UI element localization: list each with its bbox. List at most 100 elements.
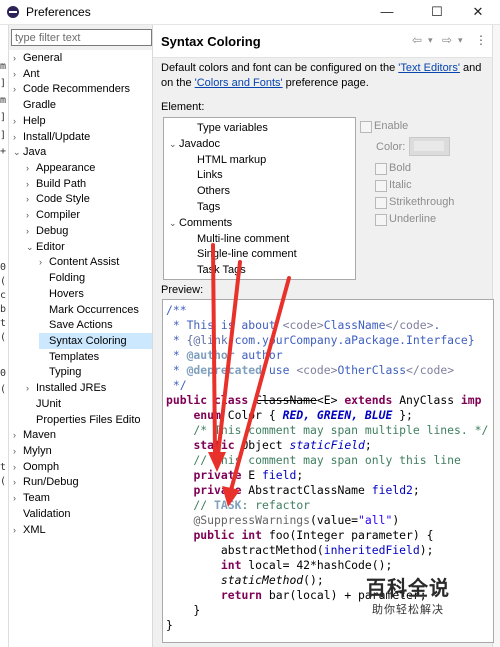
text-editors-link[interactable]: 'Text Editors' [398,62,460,74]
tree-item-label: Compiler [36,209,81,222]
bold-checkbox[interactable] [375,163,387,175]
chevron-right-icon[interactable]: › [13,81,23,97]
close-button[interactable]: ✕ [455,0,500,24]
tree-item-label: Templates [49,350,100,363]
tree-item[interactable]: Gradle [13,97,152,113]
italic-checkbox[interactable] [375,180,387,192]
element-item[interactable]: HTML markup [187,153,266,169]
chevron-down-icon[interactable]: ⌄ [169,137,179,153]
strikethrough-checkbox[interactable] [375,197,387,209]
chevron-right-icon[interactable]: › [26,176,36,192]
tree-item[interactable]: › Content Assist [39,254,152,270]
underline-checkbox[interactable] [375,214,387,226]
element-list[interactable]: ▲ ▼ Type variables⌄JavadocHTML markupLin… [163,117,356,280]
back-arrow-icon[interactable]: ⇦ [412,33,422,47]
tree-item[interactable]: › Installed JREs [26,380,152,396]
chevron-right-icon[interactable]: › [13,50,23,66]
element-item[interactable]: ⌄ Comments [169,216,232,232]
filter-input[interactable] [11,29,152,46]
tree-item[interactable]: › XML [13,522,152,538]
tree-item[interactable]: › Maven [13,427,152,443]
tree-item[interactable]: JUnit [26,396,152,412]
element-item[interactable]: Multi-line comment [187,232,289,248]
tree-item[interactable]: Typing [39,364,152,380]
element-item[interactable]: Single-line comment [187,247,297,263]
enable-checkbox[interactable] [360,121,372,133]
element-item[interactable]: Task Tags [187,263,246,279]
color-picker-button[interactable] [409,137,450,156]
tree-item[interactable]: ⌄ Editor [26,239,152,255]
tree-item[interactable]: Save Actions [39,317,152,333]
chevron-right-icon[interactable]: › [13,490,23,506]
tree-item[interactable]: › Mylyn [13,443,152,459]
chevron-down-icon[interactable]: ⌄ [26,239,36,255]
preferences-tree[interactable]: › General › Ant › Code Recommenders Gradle › Hel… [9,50,152,647]
chevron-right-icon[interactable]: › [13,129,23,145]
tree-item[interactable]: › Oomph [13,459,152,475]
tree-item[interactable]: › General [13,50,152,66]
sash-divider[interactable] [152,25,153,647]
underline-label: Underline [389,213,437,225]
chevron-down-icon[interactable]: ⌄ [169,216,179,232]
tree-item[interactable]: Validation [13,506,152,522]
chevron-right-icon[interactable]: › [39,254,49,270]
back-dropdown-icon[interactable]: ▾ [428,35,433,46]
code-line: // TASK: refactor [166,498,311,512]
element-item[interactable]: Tags [187,200,220,216]
tree-item[interactable]: › Run/Debug [13,474,152,490]
tree-item[interactable]: › Ant [13,66,152,82]
code-line: private E field; [193,468,304,482]
page-header: Syntax Coloring ⇦ ▾ ⇨ ▾ ⋮ [153,25,492,58]
element-item[interactable]: Links [187,168,223,184]
tree-item[interactable]: › Help [13,113,152,129]
chevron-right-icon[interactable]: › [13,443,23,459]
view-menu-icon[interactable]: ⋮ [475,33,487,47]
chevron-right-icon[interactable]: › [26,207,36,223]
forward-arrow-icon[interactable]: ⇨ [442,33,452,47]
tree-item[interactable]: ⌄ Java [13,144,152,160]
maximize-button[interactable]: ☐ [414,0,460,24]
element-item-label: Task Tags [197,264,246,277]
chevron-right-icon[interactable]: › [13,113,23,129]
code-line: * @deprecated use <code>OtherClass</code… [166,363,455,377]
element-item[interactable]: ⌄ Javadoc [169,137,220,153]
background-editor-char: ( [0,476,7,487]
tree-item-label: Installed JREs [36,382,107,395]
forward-dropdown-icon[interactable]: ▾ [458,35,463,46]
tree-item[interactable]: Properties Files Edito [26,412,152,428]
tree-item[interactable]: Mark Occurrences [39,302,152,318]
chevron-right-icon[interactable]: › [13,66,23,82]
tree-item[interactable]: Folding [39,270,152,286]
code-line: enum Color { RED, GREEN, BLUE }; [193,408,413,422]
tree-item[interactable]: Templates [39,349,152,365]
element-item[interactable]: Others [187,184,230,200]
background-editor-char: m [0,61,7,72]
tree-item-label: Help [23,114,46,127]
colors-and-fonts-link[interactable]: 'Colors and Fonts' [195,77,283,89]
chevron-right-icon[interactable]: › [26,160,36,176]
background-editor-char: ( [0,332,7,343]
element-item[interactable]: Type variables [187,121,268,137]
chevron-right-icon[interactable]: › [26,223,36,239]
tree-item[interactable]: › Appearance [26,160,152,176]
chevron-right-icon[interactable]: › [13,474,23,490]
tree-item[interactable]: › Code Style [26,191,152,207]
tree-item[interactable]: › Build Path [26,176,152,192]
tree-item[interactable]: › Code Recommenders [13,81,152,97]
tree-item[interactable]: › Compiler [26,207,152,223]
background-editor-char: m [0,95,7,106]
window-titlebar: Preferences — ☐ ✕ [0,0,500,25]
minimize-button[interactable]: — [364,0,410,24]
tree-item[interactable]: Syntax Coloring [39,332,152,349]
chevron-right-icon[interactable]: › [13,427,23,443]
tree-item[interactable]: › Team [13,490,152,506]
element-item-label: Comments [179,216,233,229]
chevron-right-icon[interactable]: › [26,191,36,207]
tree-item[interactable]: › Install/Update [13,129,152,145]
chevron-down-icon[interactable]: ⌄ [13,144,23,160]
tree-item[interactable]: › Debug [26,223,152,239]
chevron-right-icon[interactable]: › [13,459,23,475]
tree-item[interactable]: Hovers [39,286,152,302]
chevron-right-icon[interactable]: › [26,380,36,396]
chevron-right-icon[interactable]: › [13,522,23,538]
